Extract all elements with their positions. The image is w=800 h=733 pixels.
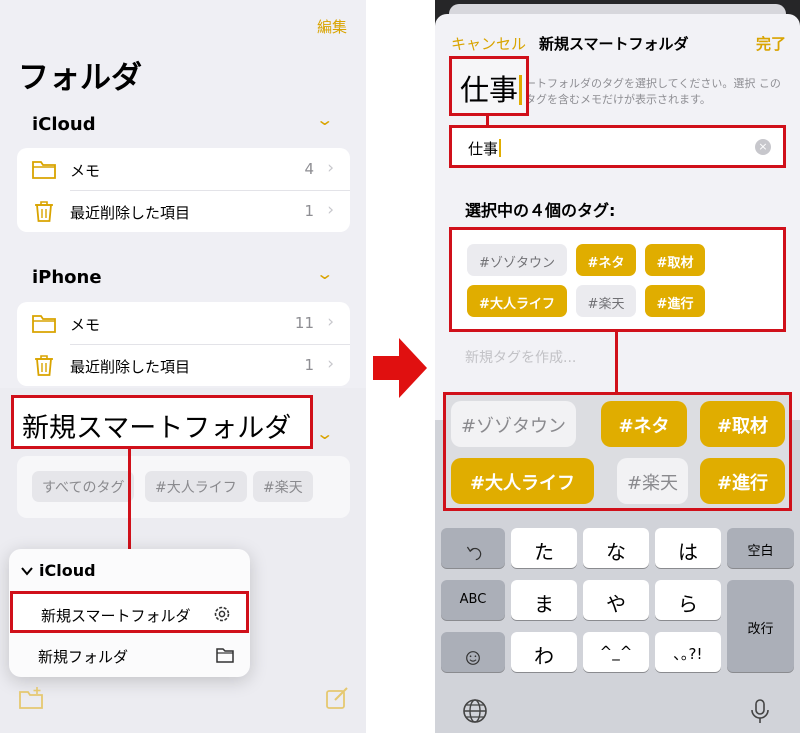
tag-chip-selected[interactable]: #大人ライフ — [467, 285, 567, 317]
abc-key[interactable]: ABC — [441, 580, 505, 620]
new-smart-folder-screen: キャンセル 新規スマートフォルダ 完了 ートフォルダのタグを選択してください。選… — [435, 0, 800, 733]
list-item[interactable]: メモ 11 › — [17, 302, 350, 344]
typed-word: 仕事 — [460, 73, 519, 107]
iphone-folder-list: メモ 11 › 最近削除した項目 1 › — [17, 302, 350, 386]
clear-icon[interactable]: × — [755, 139, 771, 155]
tag-chip-selected[interactable]: #大人ライフ — [451, 458, 594, 504]
kaomoji-key[interactable]: ^_^ — [583, 632, 649, 672]
chevron-right-icon: › — [327, 354, 334, 374]
globe-icon[interactable] — [461, 697, 489, 725]
done-button[interactable]: 完了 — [756, 33, 786, 54]
kana-key-ta[interactable]: た — [511, 528, 577, 568]
new-smart-folder-menu-item[interactable]: 新規スマートフォルダ — [10, 591, 249, 633]
folders-screen: 編集 フォルダ iCloud ⌄ メモ 4 › 最近削除した項目 1 › iPh… — [0, 0, 366, 733]
kana-key-ma[interactable]: ま — [511, 580, 577, 620]
tag-zoom-callout: #ゾゾタウン #ネタ #取材 #大人ライフ #楽天 #進行 — [443, 392, 792, 511]
new-folder-menu: iCloud 新規スマートフォルダ 新規フォルダ — [9, 549, 250, 677]
section-header-iphone: iPhone — [32, 267, 102, 288]
section-header-icloud: iCloud — [32, 114, 96, 135]
tag-chip[interactable]: #ゾゾタウン — [467, 244, 567, 276]
list-item-label: メモ — [70, 162, 101, 180]
tag-browser: すべてのタグ #大人ライフ #楽天 — [17, 456, 350, 518]
tag-chip[interactable]: #大人ライフ — [145, 471, 247, 502]
text-cursor — [519, 75, 523, 105]
chevron-down-icon — [21, 567, 33, 576]
text-cursor — [499, 139, 502, 157]
list-item[interactable]: 最近削除した項目 1 › — [17, 190, 350, 232]
tag-chip[interactable]: #楽天 — [576, 285, 636, 317]
tag-chip[interactable]: すべてのタグ — [32, 471, 135, 502]
cancel-button[interactable]: キャンセル — [451, 33, 526, 54]
list-item-label: メモ — [70, 316, 101, 334]
selected-tags-heading: 選択中の４個のタグ: — [465, 201, 616, 220]
folder-icon — [216, 648, 234, 663]
page-title: フォルダ — [18, 60, 142, 96]
new-tag-input[interactable]: 新規タグを作成... — [465, 347, 576, 367]
tag-chip-selected[interactable]: #取材 — [645, 244, 705, 276]
list-item[interactable]: 最近削除した項目 1 › — [17, 344, 350, 386]
tag-search-field[interactable]: 仕事 × — [449, 125, 786, 168]
selected-tags-list: #ゾゾタウン #ネタ #取材 #大人ライフ #楽天 #進行 — [449, 227, 786, 332]
tag-chip[interactable]: #ゾゾタウン — [451, 401, 576, 447]
callout-connector — [486, 116, 489, 125]
return-key[interactable]: 改行 — [727, 580, 794, 672]
note-count: 11 — [294, 314, 314, 332]
folder-icon — [32, 161, 56, 179]
tag-chip[interactable]: #楽天 — [617, 458, 688, 504]
chevron-right-icon: › — [327, 312, 334, 332]
tag-chip-selected[interactable]: #取材 — [700, 401, 785, 447]
undo-key[interactable] — [441, 528, 505, 568]
kana-key-wa[interactable]: わ — [511, 632, 577, 672]
kana-key-na[interactable]: な — [583, 528, 649, 568]
tag-chip[interactable]: #楽天 — [253, 471, 313, 502]
trash-icon — [35, 355, 53, 376]
tag-chip-selected[interactable]: #進行 — [645, 285, 705, 317]
tag-search-value: 仕事 — [468, 140, 499, 158]
typed-word-callout: 仕事 — [449, 56, 529, 116]
note-count: 1 — [304, 202, 314, 220]
kana-key-ra[interactable]: ら — [655, 580, 721, 620]
trash-icon — [35, 201, 53, 222]
kana-key-ya[interactable]: や — [583, 580, 649, 620]
emoji-key[interactable] — [441, 632, 505, 672]
list-item[interactable]: メモ 4 › — [17, 148, 350, 190]
list-item-label: 最近削除した項目 — [70, 204, 191, 222]
space-key[interactable]: 空白 — [727, 528, 794, 568]
icloud-folder-list: メモ 4 › 最近削除した項目 1 › — [17, 148, 350, 232]
tag-chip-selected[interactable]: #ネタ — [576, 244, 636, 276]
chevron-down-icon[interactable]: ⌄ — [315, 264, 334, 283]
note-count: 1 — [304, 356, 314, 374]
new-folder-icon[interactable] — [18, 686, 44, 712]
kana-key-ha[interactable]: は — [655, 528, 721, 568]
menu-header: iCloud — [39, 561, 96, 580]
microphone-icon[interactable] — [746, 697, 774, 725]
chevron-right-icon: › — [327, 158, 334, 178]
callout-connector — [615, 332, 618, 392]
smart-folder-callout: 新規スマートフォルダ — [11, 395, 313, 449]
instruction-text: ートフォルダのタグを選択してください。選択 このタグを含むメモだけが表示されます… — [525, 77, 781, 106]
gear-icon — [214, 606, 230, 622]
folder-icon — [32, 315, 56, 333]
list-item-label: 最近削除した項目 — [70, 358, 191, 376]
sheet-title: 新規スマートフォルダ — [539, 35, 689, 53]
chevron-right-icon: › — [327, 200, 334, 220]
menu-item-label: 新規フォルダ — [38, 648, 129, 666]
menu-item-label: 新規スマートフォルダ — [41, 607, 191, 625]
compose-icon[interactable] — [324, 686, 350, 712]
tag-chip-selected[interactable]: #進行 — [700, 458, 785, 504]
new-folder-menu-item[interactable]: 新規フォルダ — [10, 635, 249, 677]
edit-button[interactable]: 編集 — [317, 16, 347, 37]
chevron-down-icon: ⌄ — [315, 424, 335, 443]
flow-arrow-icon — [373, 338, 427, 398]
punctuation-key[interactable]: ､｡?! — [655, 632, 721, 672]
note-count: 4 — [304, 160, 314, 178]
chevron-down-icon[interactable]: ⌄ — [315, 110, 334, 129]
tag-chip-selected[interactable]: #ネタ — [601, 401, 687, 447]
